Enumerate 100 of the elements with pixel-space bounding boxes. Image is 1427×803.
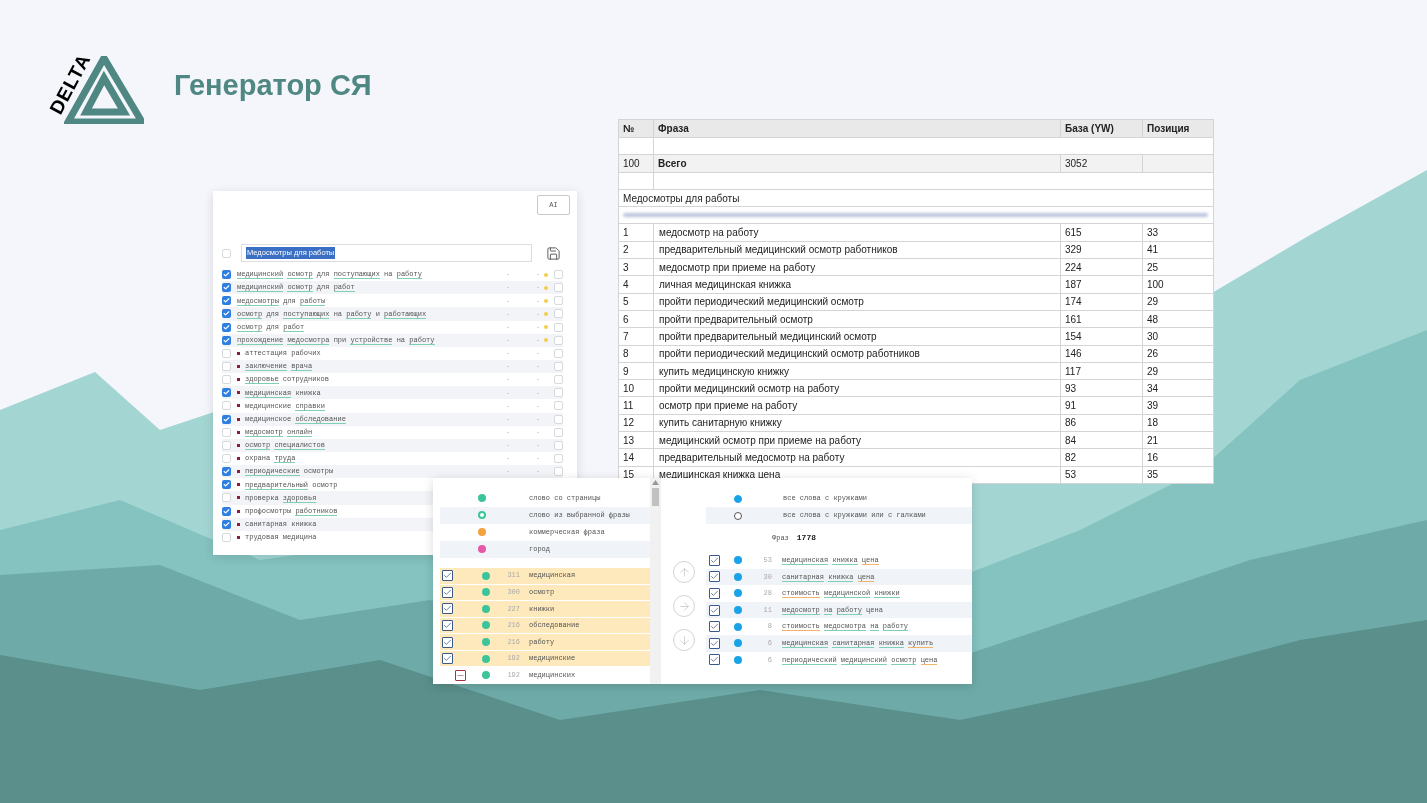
scrollbar[interactable] [650, 478, 661, 684]
table-cell: 7 [618, 327, 654, 346]
column-header: Фраза [653, 119, 1061, 138]
phrase-checkbox[interactable] [709, 621, 720, 633]
row-checkbox[interactable] [222, 414, 231, 424]
phrase-checkbox[interactable] [709, 604, 720, 616]
table-cell: 82 [1060, 448, 1143, 467]
table-cell: 11 [618, 396, 654, 415]
scroll-up-icon[interactable] [652, 480, 659, 485]
row-checkbox[interactable] [222, 388, 231, 398]
table-cell: предварительный медосмотр на работу [653, 448, 1061, 467]
table-cell: 224 [1060, 258, 1143, 276]
row-checkbox[interactable] [222, 296, 231, 306]
phrase-checkbox[interactable] [709, 554, 720, 566]
table-cell: 21 [1142, 431, 1214, 449]
table-cell: 9 [618, 362, 654, 380]
table-cell: медицинский осмотр при приеме на работу [653, 431, 1061, 449]
table-cell: предварительный медицинский осмотр работников [653, 241, 1061, 259]
table-cell: личная медицинская книжка [653, 275, 1061, 294]
table-cell: 12 [618, 414, 654, 432]
arrow-icon [677, 599, 691, 613]
row-checkbox[interactable] [222, 519, 231, 529]
table-cell: 34 [1142, 379, 1214, 397]
word-checkbox[interactable] [442, 586, 453, 598]
phrase-checkbox[interactable] [709, 637, 720, 649]
row-checkbox[interactable] [222, 506, 231, 516]
flag-checkbox[interactable] [554, 427, 563, 437]
flag-checkbox[interactable] [554, 362, 563, 372]
table-cell: 8 [618, 345, 654, 363]
row-checkbox[interactable] [222, 427, 231, 437]
save-icon[interactable] [546, 245, 561, 261]
row-checkbox[interactable] [222, 309, 231, 319]
row-checkbox[interactable] [222, 493, 231, 503]
table-cell: 2 [618, 241, 654, 259]
table-cell: 329 [1060, 241, 1143, 259]
word-checkbox[interactable] [442, 570, 453, 582]
row-checkbox[interactable] [222, 270, 231, 280]
table-cell: 100 [618, 154, 654, 173]
column-header: База (YW) [1060, 119, 1143, 138]
select-all-checkbox[interactable] [222, 248, 231, 258]
table-cell: 25 [1142, 258, 1214, 276]
table-cell: 154 [1060, 327, 1143, 346]
row-checkbox[interactable] [222, 322, 231, 332]
table-cell: 5 [618, 293, 654, 311]
table-cell: 3052 [1060, 154, 1143, 173]
flag-checkbox[interactable] [554, 401, 563, 411]
flag-checkbox[interactable] [554, 283, 563, 293]
table-cell: медосмотр на работу [653, 224, 1061, 242]
flag-checkbox[interactable] [554, 296, 563, 306]
arrow-down-button[interactable] [673, 629, 695, 651]
word-checkbox[interactable] [442, 603, 453, 615]
row-checkbox[interactable] [222, 480, 231, 490]
flag-checkbox[interactable] [554, 322, 563, 332]
table-cell: пройти предварительный медицинский осмотр [653, 327, 1061, 346]
row-checkbox[interactable] [222, 440, 231, 450]
table-cell: 100 [1142, 275, 1214, 294]
flag-checkbox[interactable] [554, 270, 563, 280]
table-cell: 30 [1142, 327, 1214, 346]
table-cell: 84 [1060, 431, 1143, 449]
row-checkbox[interactable] [222, 467, 231, 477]
phrase-count: 1778 [796, 532, 816, 544]
word-checkbox[interactable] [455, 669, 466, 681]
arrow-right-button[interactable] [673, 595, 695, 617]
row-checkbox[interactable] [222, 283, 231, 293]
phrase-checkbox[interactable] [709, 654, 720, 666]
arrow-icon [677, 633, 691, 647]
row-checkbox[interactable] [222, 335, 231, 345]
table-cell: 187 [1060, 275, 1143, 294]
table-cell: 48 [1142, 310, 1214, 328]
phrase-checkbox[interactable] [709, 588, 720, 599]
word-checkbox[interactable] [442, 636, 453, 648]
table-cell: 161 [1060, 310, 1143, 328]
word-checkbox[interactable] [442, 653, 453, 665]
check-icon [223, 415, 230, 423]
table-cell: 16 [1142, 448, 1214, 467]
table-cell: 93 [1060, 379, 1143, 397]
table-cell: 1 [618, 224, 654, 242]
table-cell: 29 [1142, 293, 1214, 311]
flag-checkbox[interactable] [554, 414, 563, 424]
scrollbar-thumb[interactable] [652, 488, 659, 506]
flag-checkbox[interactable] [554, 335, 563, 345]
row-checkbox[interactable] [222, 348, 231, 358]
row-checkbox[interactable] [222, 375, 231, 385]
row-checkbox[interactable] [222, 362, 231, 372]
phrase-checkbox[interactable] [709, 571, 720, 583]
flag-checkbox[interactable] [554, 440, 563, 450]
row-checkbox[interactable] [222, 454, 231, 464]
table-cell: 29 [1142, 362, 1214, 380]
table-cell: 53 [1060, 466, 1143, 484]
flag-checkbox[interactable] [554, 454, 563, 464]
flag-checkbox[interactable] [554, 467, 563, 477]
flag-checkbox[interactable] [554, 388, 563, 398]
flag-checkbox[interactable] [554, 375, 563, 385]
flag-checkbox[interactable] [554, 348, 563, 358]
row-checkbox[interactable] [222, 532, 231, 542]
arrow-up-button[interactable] [673, 561, 695, 583]
word-checkbox[interactable] [442, 619, 453, 631]
row-checkbox[interactable] [222, 401, 231, 411]
table-cell: 6 [618, 310, 654, 328]
flag-checkbox[interactable] [554, 309, 563, 319]
